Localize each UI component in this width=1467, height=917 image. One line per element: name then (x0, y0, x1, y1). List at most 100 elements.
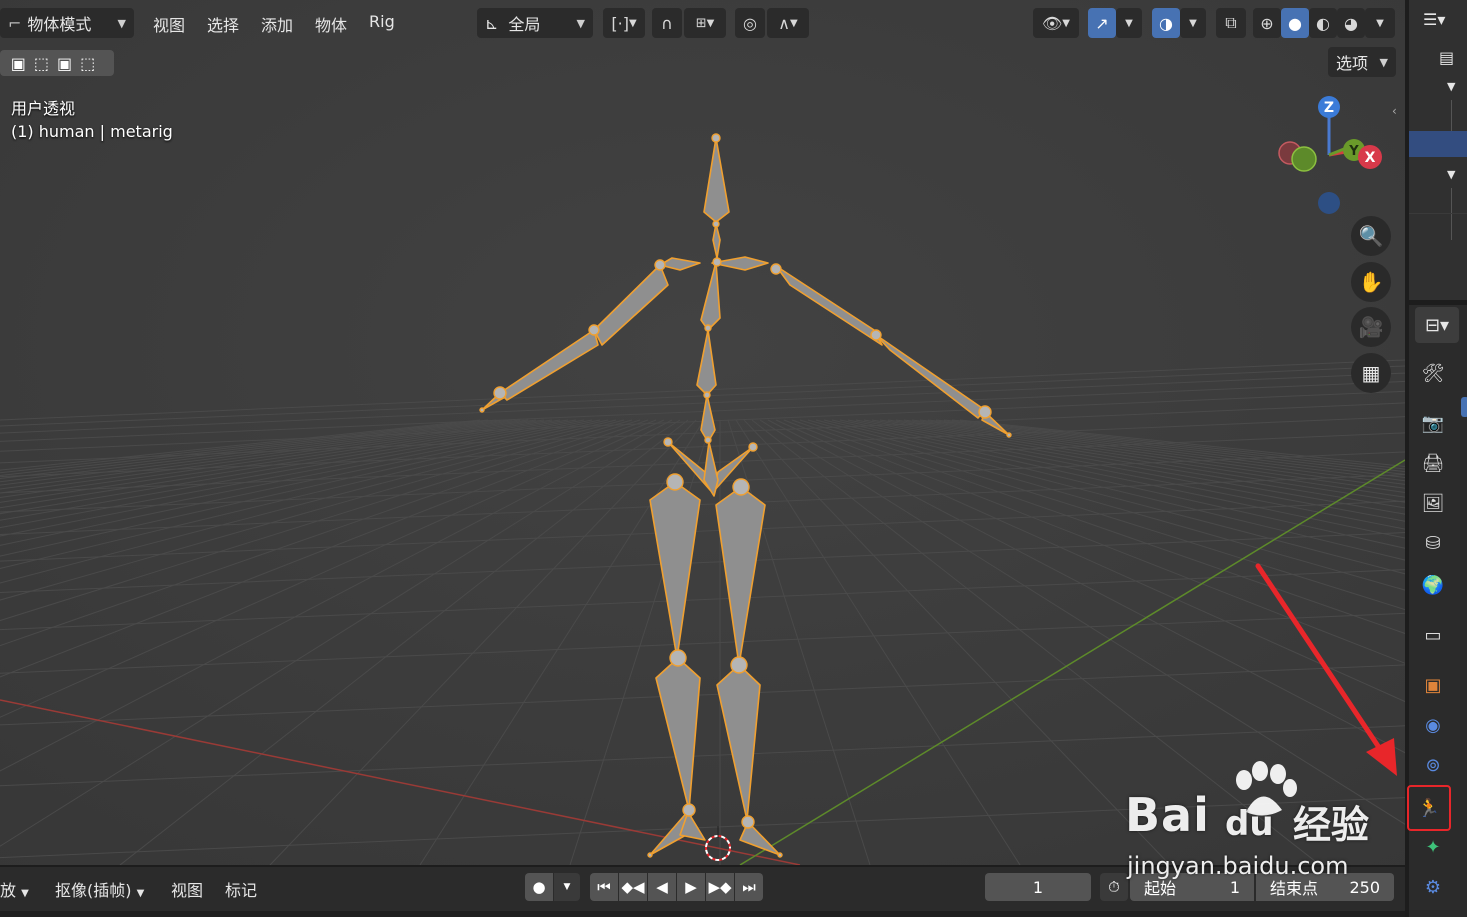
tab-scene[interactable]: ⛁ (1415, 525, 1451, 561)
shading-rendered-button[interactable]: ◕ (1337, 8, 1365, 38)
bone-joint (588, 324, 600, 336)
snap-toggle[interactable]: ∩ (652, 8, 682, 38)
navigation-gizmo[interactable]: Z Y X (1270, 90, 1395, 220)
menu-view[interactable]: 视图 (153, 12, 185, 36)
grid-perspective-icon: ▦ (1361, 361, 1381, 385)
bone-joint (711, 133, 721, 143)
tab-render[interactable]: 📷 (1415, 405, 1451, 441)
object-info: (1) human | metarig (11, 122, 173, 141)
selection-mode-icons[interactable]: ▣⬚▣⬚ (11, 54, 103, 73)
properties-scrollbar[interactable] (1461, 397, 1467, 417)
falloff-dropdown[interactable]: ∧ ▼ (767, 8, 809, 38)
tab-world[interactable]: 🌍 (1415, 567, 1451, 603)
marker-menu[interactable]: 标记 (225, 877, 257, 901)
options-label: 选项 (1336, 54, 1369, 73)
menu-select[interactable]: 选择 (207, 12, 239, 36)
watermark-brand: Bai (1125, 788, 1210, 842)
current-frame-field[interactable]: 1 (985, 873, 1091, 901)
watermark-brand-cn: 经验 (1293, 803, 1370, 847)
timeline-ruler[interactable] (0, 911, 1405, 917)
bone-joint (730, 656, 748, 674)
chevron-down-icon: ▼ (790, 17, 798, 29)
play-reverse-button[interactable]: ◀ (648, 873, 676, 901)
gizmo-dropdown[interactable]: ▼ (1116, 8, 1142, 38)
timeline-view-menu[interactable]: 视图 (171, 877, 203, 901)
shading-material-button[interactable]: ◐ (1309, 8, 1337, 38)
keying-menu[interactable]: 抠像(插帧) ▼ (55, 877, 144, 901)
bone-joint (682, 803, 696, 817)
collapse-arrow-icon[interactable]: ▼ (1447, 168, 1455, 181)
outliner-panel[interactable]: ☰▾ ▤ ▼ ▼ (1407, 0, 1467, 300)
options-dropdown[interactable]: 选项 ▼ (1328, 47, 1396, 77)
bone-joint (741, 815, 755, 829)
use-preview-range-toggle[interactable]: ⏱ (1100, 873, 1128, 901)
outliner-selected-row[interactable] (1409, 131, 1467, 157)
jump-end-button[interactable]: ⏭ (735, 873, 763, 901)
chevron-down-icon: ▼ (21, 888, 29, 899)
tab-object-data-armature[interactable]: 🏃 (1407, 785, 1451, 831)
tab-physics[interactable]: ◉ (1415, 707, 1451, 743)
prev-keyframe-button[interactable]: ◆◀ (619, 873, 647, 901)
zoom-button[interactable]: 🔍 (1351, 216, 1391, 256)
tab-bone[interactable]: ✦ (1415, 829, 1451, 865)
collection-box-icon: ▭ (1424, 624, 1442, 646)
falloff-curve-icon: ∧ (778, 13, 790, 33)
chevron-down-icon: ▼ (706, 17, 715, 29)
tab-view-layer[interactable]: 🖼 (1415, 485, 1451, 521)
mode-dropdown[interactable]: ⌐ 物体模式 ▼ (0, 8, 134, 38)
tab-tool[interactable]: 🛠 (1415, 355, 1451, 391)
proportional-icon: ◎ (743, 13, 757, 33)
gizmo-x-label: X (1365, 150, 1376, 166)
chevron-down-icon: ▼ (1376, 17, 1384, 29)
keying-set-dropdown[interactable]: ▼ (554, 873, 580, 901)
gizmo-z-label: Z (1324, 100, 1334, 116)
stopwatch-icon: ⏱ (1108, 878, 1120, 896)
image-stack-icon: 🖼 (1421, 492, 1445, 514)
bone-joint (777, 852, 783, 858)
playback-menu[interactable]: 回放 ▼ (0, 877, 40, 901)
chevron-down-icon: ▼ (1379, 55, 1388, 69)
tab-constraints[interactable]: ⊚ (1415, 747, 1451, 783)
bone-joint (666, 473, 684, 491)
snap-target-dropdown[interactable]: ⊞ ▼ (684, 8, 726, 38)
ortho-toggle-button[interactable]: ▦ (1351, 353, 1391, 393)
chevron-down-icon: ▼ (563, 882, 571, 892)
overlays-icon: ◑ (1159, 13, 1173, 33)
scene-icon: ⛁ (1425, 532, 1441, 554)
tab-collection[interactable]: ▭ (1415, 617, 1451, 653)
properties-tabs-panel: ⊟▾ 🛠 📷 🖨 🖼 ⛁ 🌍 ▭ ▣ ◉ ⊚ 🏃 ✦ ⚙ (1407, 305, 1467, 917)
shading-wireframe-button[interactable]: ⊕ (1253, 8, 1281, 38)
shading-dropdown[interactable]: ▼ (1365, 8, 1395, 38)
transform-orientation-dropdown[interactable]: ⊾ 全局 ▼ (477, 8, 593, 38)
tab-object[interactable]: ▣ (1415, 667, 1451, 703)
next-keyframe-button[interactable]: ▶◆ (706, 873, 734, 901)
watermark-du: du (1225, 804, 1274, 844)
properties-editor-type-dropdown[interactable]: ⊟▾ (1415, 307, 1459, 343)
pan-button[interactable]: ✋ (1351, 262, 1391, 302)
physics-orbit-icon: ◉ (1425, 714, 1441, 736)
pivot-point-button[interactable]: [·] ▼ (603, 8, 645, 38)
overlays-toggle[interactable]: ◑ (1152, 8, 1180, 38)
menu-object[interactable]: 物体 (315, 12, 347, 36)
jump-start-button[interactable]: ⏮ (590, 873, 618, 901)
menu-add[interactable]: 添加 (261, 12, 293, 36)
outliner-filter-icon[interactable]: ▤ (1439, 48, 1454, 67)
skip-start-icon: ⏮ (597, 878, 611, 896)
3d-viewport[interactable]: ⌐ 物体模式 ▼ 视图 选择 添加 物体 Rig ⊾ 全局 ▼ [·] ▼ ∩ ⊞… (0, 0, 1405, 865)
material-sphere-icon: ◐ (1316, 13, 1330, 33)
viewport-header: ⌐ 物体模式 ▼ 视图 选择 添加 物体 Rig ⊾ 全局 ▼ [·] ▼ ∩ ⊞… (0, 0, 1405, 46)
gizmo-toggle[interactable]: ↗ (1088, 8, 1116, 38)
tab-output[interactable]: 🖨 (1415, 445, 1451, 481)
outliner-editor-icon[interactable]: ☰▾ (1423, 10, 1445, 29)
play-button[interactable]: ▶ (677, 873, 705, 901)
overlays-dropdown[interactable]: ▼ (1180, 8, 1206, 38)
shading-solid-button[interactable]: ● (1281, 8, 1309, 38)
collapse-arrow-icon[interactable]: ▼ (1447, 80, 1455, 93)
proportional-edit-toggle[interactable]: ◎ (735, 8, 765, 38)
auto-key-toggle[interactable]: ● (525, 873, 553, 901)
xray-toggle[interactable]: ⧉ (1216, 8, 1246, 38)
visibility-dropdown[interactable]: 👁 ▼ (1033, 8, 1079, 38)
tab-bone-constraints[interactable]: ⚙ (1415, 869, 1451, 905)
camera-view-button[interactable]: 🎥 (1351, 307, 1391, 347)
menu-rig[interactable]: Rig (369, 12, 395, 31)
